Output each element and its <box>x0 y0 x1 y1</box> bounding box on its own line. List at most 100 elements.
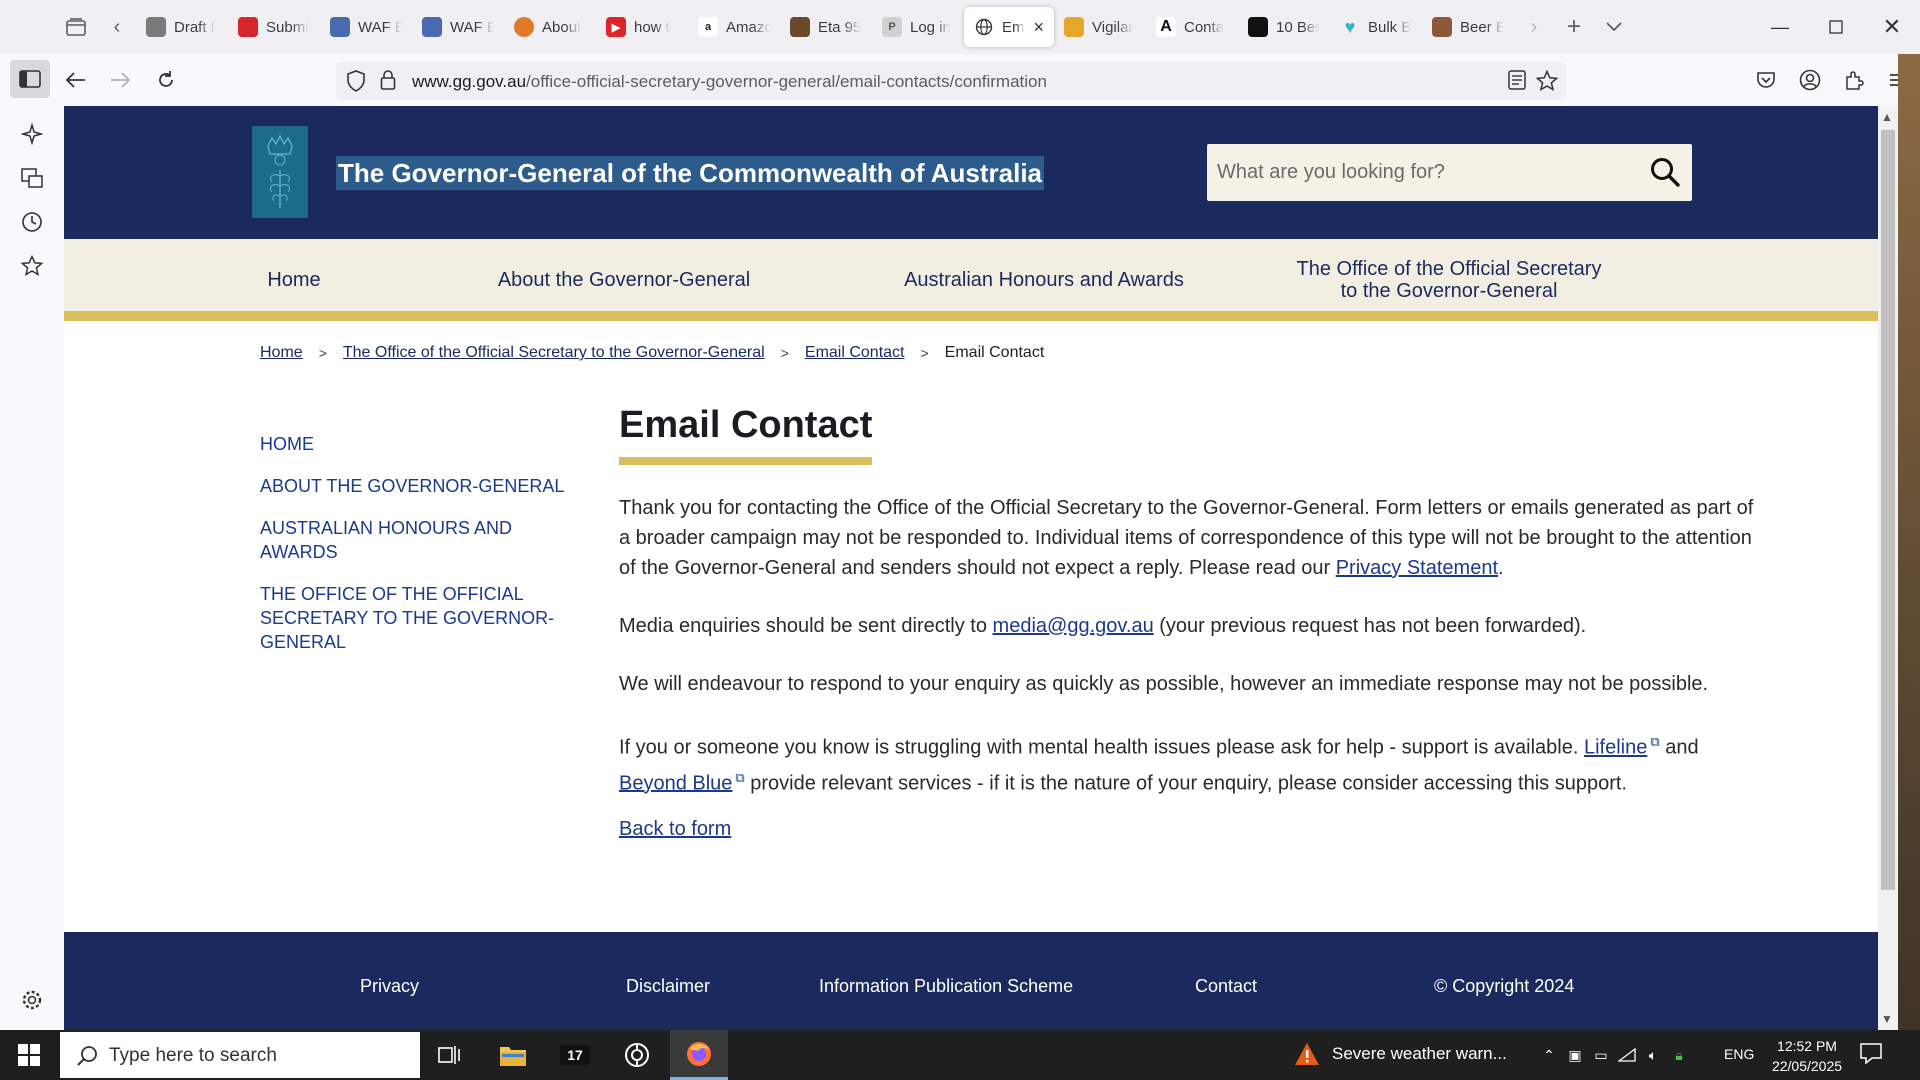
windows-start-icon[interactable] <box>0 1030 58 1080</box>
footer-privacy-link[interactable]: Privacy <box>360 976 419 997</box>
main-nav-office[interactable]: The Office of the Official Secretary to … <box>1289 239 1609 321</box>
account-icon[interactable] <box>1788 60 1832 100</box>
list-all-tabs-icon[interactable] <box>1594 7 1634 47</box>
notifications-icon[interactable] <box>1860 1042 1882 1069</box>
lock-icon[interactable] <box>380 70 396 95</box>
browser-tab[interactable]: 10 Bes <box>1238 7 1330 47</box>
close-window-icon[interactable]: ✕ <box>1864 0 1920 54</box>
tab-scroll-right-icon[interactable]: › <box>1514 7 1554 47</box>
show-hidden-icons-chevron-icon[interactable]: ⌃ <box>1536 1047 1562 1064</box>
tab-scroll-left-icon[interactable]: ‹ <box>102 7 132 47</box>
side-nav-about[interactable]: ABOUT THE GOVERNOR-GENERAL <box>260 474 590 498</box>
side-nav-honours[interactable]: AUSTRALIAN HONOURS AND AWARDS <box>260 516 590 564</box>
bookmark-star-icon[interactable] <box>1535 69 1559 97</box>
reader-view-icon[interactable] <box>1508 70 1526 95</box>
breadcrumb-email-contact[interactable]: Email Contact <box>805 344 905 362</box>
browser-tab-bar: ‹ Draft f Submi WAF E WAF E About ▶ how t… <box>0 0 1920 54</box>
side-nav-home[interactable]: HOME <box>260 432 590 456</box>
url-text[interactable]: www.gg.gov.au/office-official-secretary-… <box>412 72 1047 92</box>
browser-tab[interactable]: Vigilar <box>1054 7 1146 47</box>
tradingview-icon[interactable]: 17 <box>546 1030 604 1080</box>
response-paragraph: We will endeavour to respond to your enq… <box>619 673 1709 695</box>
browser-tab[interactable]: ▶ how t <box>596 7 688 47</box>
scroll-thumb[interactable] <box>1881 130 1895 890</box>
browser-tab[interactable]: WAF E <box>412 7 504 47</box>
tab-title: Em <box>1002 18 1025 36</box>
task-view-icon[interactable] <box>420 1030 478 1080</box>
footer-contact-link[interactable]: Contact <box>1195 976 1257 997</box>
site-title[interactable]: The Governor-General of the Commonwealth… <box>336 156 1045 190</box>
volume-icon[interactable]: 🔈︎ <box>1640 1047 1666 1064</box>
browser-tab[interactable]: WAF E <box>320 7 412 47</box>
sidebar-toggle-icon[interactable] <box>10 60 50 98</box>
tab-favicon-icon <box>238 17 258 37</box>
browser-tab[interactable]: About <box>504 7 596 47</box>
browser-tab[interactable]: a Amazo <box>688 7 780 47</box>
main-nav-about[interactable]: About the Governor-General <box>494 239 754 321</box>
browser-tab[interactable]: Draft f <box>136 7 228 47</box>
breadcrumb-home[interactable]: Home <box>260 344 303 362</box>
synced-tabs-icon[interactable] <box>20 166 44 190</box>
media-email-link[interactable]: media@gg.gov.au <box>993 615 1154 637</box>
browser-tab[interactable]: Eta 95 <box>780 7 872 47</box>
taskbar-search-box[interactable]: Type here to search <box>60 1032 420 1078</box>
tab-favicon-icon <box>1432 17 1452 37</box>
meet-now-icon[interactable]: ▣ <box>1562 1047 1588 1064</box>
url-path: /office-official-secretary-governor-gene… <box>526 72 1047 91</box>
weather-alert[interactable]: Severe weather warn... <box>1294 1042 1507 1066</box>
paragraph-text: If you or someone you know is struggling… <box>619 736 1584 759</box>
browser-tab[interactable]: A Conta <box>1146 7 1238 47</box>
battery-icon[interactable]: ▭ <box>1588 1047 1614 1064</box>
history-clock-icon[interactable] <box>20 210 44 234</box>
tab-title: Beer E <box>1460 18 1504 36</box>
footer-disclaimer-link[interactable]: Disclaimer <box>626 976 710 997</box>
scroll-up-arrow-icon[interactable]: ▲ <box>1881 110 1893 124</box>
search-icon <box>76 1045 98 1072</box>
back-arrow-icon[interactable] <box>56 60 96 100</box>
firefox-taskbar-icon[interactable] <box>670 1030 728 1080</box>
address-bar[interactable]: www.gg.gov.au/office-official-secretary-… <box>336 62 1566 100</box>
browser-tab[interactable]: P Log in <box>872 7 964 47</box>
browser-tab[interactable]: Submi <box>228 7 320 47</box>
coat-of-arms-logo[interactable] <box>252 126 308 218</box>
side-nav-office[interactable]: THE OFFICE OF THE OFFICIAL SECRETARY TO … <box>260 582 590 654</box>
settings-gear-icon[interactable] <box>20 988 44 1012</box>
chatgpt-icon[interactable] <box>608 1030 666 1080</box>
site-search-input[interactable] <box>1217 144 1637 201</box>
vpn-lock-icon[interactable]: 🔒︎ <box>1666 1047 1692 1064</box>
back-to-form-link[interactable]: Back to form <box>619 818 731 841</box>
minimize-icon[interactable]: — <box>1752 0 1808 54</box>
new-tab-icon[interactable]: + <box>1554 7 1594 47</box>
close-tab-icon[interactable]: × <box>1033 17 1044 38</box>
tab-title: Bulk B <box>1368 18 1412 36</box>
main-nav-honours[interactable]: Australian Honours and Awards <box>884 239 1204 321</box>
taskbar-clock[interactable]: 12:52 PM 22/05/2025 <box>1768 1036 1846 1076</box>
main-nav-home[interactable]: Home <box>234 239 354 321</box>
firefox-view-icon[interactable] <box>56 7 96 47</box>
extensions-icon[interactable] <box>1832 60 1876 100</box>
wifi-icon[interactable] <box>1614 1047 1640 1063</box>
file-explorer-icon[interactable] <box>484 1030 542 1080</box>
tracking-protection-shield-icon[interactable] <box>346 70 366 97</box>
external-link-icon: ⧉ <box>1650 734 1660 749</box>
ai-sparkle-icon[interactable] <box>20 122 44 146</box>
footer-ips-link[interactable]: Information Publication Scheme <box>819 976 1073 997</box>
scroll-down-arrow-icon[interactable]: ▼ <box>1881 1012 1893 1026</box>
privacy-statement-link[interactable]: Privacy Statement <box>1336 557 1498 579</box>
heart-icon: ♥ <box>1344 16 1356 37</box>
browser-tab[interactable]: ♥ Bulk B <box>1330 7 1422 47</box>
search-icon[interactable] <box>1650 157 1680 192</box>
lifeline-link[interactable]: Lifeline <box>1584 737 1647 759</box>
input-language[interactable]: ENG <box>1724 1046 1754 1062</box>
browser-tab-active[interactable]: Em × <box>964 7 1054 47</box>
pocket-icon[interactable] <box>1744 60 1788 100</box>
tab-title: WAF E <box>450 18 494 36</box>
reload-icon[interactable] <box>146 60 186 100</box>
maximize-icon[interactable] <box>1808 0 1864 54</box>
breadcrumb-office[interactable]: The Office of the Official Secretary to … <box>343 344 765 362</box>
beyond-blue-link[interactable]: Beyond Blue <box>619 772 732 794</box>
page-scrollbar[interactable]: ▲ ▼ <box>1878 106 1898 1030</box>
browser-tab[interactable]: Beer E <box>1422 7 1514 47</box>
forward-arrow-icon[interactable] <box>100 60 140 100</box>
bookmarks-star-icon[interactable] <box>20 254 44 278</box>
